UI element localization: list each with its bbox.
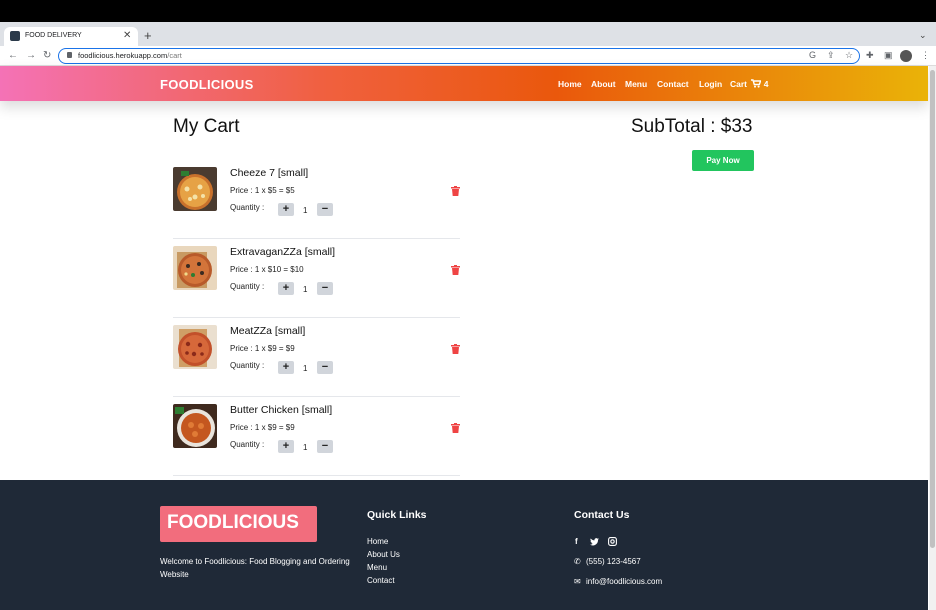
item-image [173, 246, 217, 290]
site-footer [0, 480, 928, 610]
quick-links-heading: Quick Links [367, 509, 427, 521]
trash-icon[interactable] [451, 423, 460, 433]
phone-icon: ✆ [574, 557, 581, 566]
footer-link-about[interactable]: About Us [367, 550, 400, 559]
lock-icon [67, 52, 72, 58]
trash-icon[interactable] [451, 344, 460, 354]
site-navbar [0, 66, 928, 101]
footer-link-home[interactable]: Home [367, 537, 388, 546]
bookmark-star-icon[interactable]: ☆ [845, 50, 853, 61]
decrease-qty-button[interactable]: − [317, 282, 333, 295]
quantity-label: Quantity : [230, 361, 265, 370]
nav-about[interactable]: About [591, 79, 616, 89]
new-tab-icon[interactable]: + [144, 28, 152, 43]
item-quantity: 1 [303, 206, 308, 215]
side-panel-icon[interactable]: ▣ [884, 50, 893, 61]
subtotal: SubTotal : $33 [631, 116, 753, 137]
browser-menu-icon[interactable]: ⋮ [921, 50, 930, 61]
cart-item: Butter Chicken [small] Price : 1 x $9 = … [173, 397, 460, 476]
nav-login[interactable]: Login [699, 79, 722, 89]
item-image [173, 325, 217, 369]
tab-title: FOOD DELIVERY [25, 32, 82, 39]
increase-qty-button[interactable]: + [278, 282, 294, 295]
increase-qty-button[interactable]: + [278, 440, 294, 453]
item-image [173, 167, 217, 211]
cart-item: MeatZZa [small] Price : 1 x $9 = $9 Quan… [173, 318, 460, 397]
trash-icon[interactable] [451, 186, 460, 196]
footer-logo[interactable]: FOODLICIOUS [160, 506, 317, 542]
tab-favicon-icon [10, 31, 20, 41]
nav-contact[interactable]: Contact [657, 79, 689, 89]
item-price: Price : 1 x $9 = $9 [230, 344, 295, 353]
quantity-label: Quantity : [230, 203, 265, 212]
item-price: Price : 1 x $10 = $10 [230, 265, 304, 274]
nav-cart[interactable]: Cart 4 [730, 79, 769, 89]
contact-heading: Contact Us [574, 509, 630, 521]
email-address[interactable]: info@foodlicious.com [586, 577, 662, 586]
item-quantity: 1 [303, 364, 308, 373]
increase-qty-button[interactable]: + [278, 203, 294, 216]
item-name: MeatZZa [small] [230, 325, 306, 337]
item-name: ExtravaganZZa [small] [230, 246, 336, 258]
profile-avatar[interactable] [900, 50, 912, 62]
decrease-qty-button[interactable]: − [317, 361, 333, 374]
nav-cart-label: Cart [730, 79, 748, 89]
cart-item: ExtravaganZZa [small] Price : 1 x $10 = … [173, 239, 460, 318]
item-price: Price : 1 x $5 = $5 [230, 186, 295, 195]
tab-close-icon[interactable]: ✕ [123, 30, 131, 41]
nav-menu[interactable]: Menu [625, 79, 647, 89]
footer-tagline: Welcome to Foodlicious: Food Blogging an… [160, 557, 350, 579]
page-title: My Cart [173, 116, 240, 137]
back-icon[interactable]: ← [8, 50, 18, 61]
os-top-bar [0, 0, 936, 22]
envelope-icon: ✉ [574, 577, 581, 586]
nav-home[interactable]: Home [558, 79, 582, 89]
decrease-qty-button[interactable]: − [317, 203, 333, 216]
site-logo[interactable]: FOODLICIOUS [160, 77, 254, 92]
cart-count: 4 [763, 79, 769, 89]
phone-number[interactable]: (555) 123-4567 [586, 557, 641, 566]
tab-search-chevron-icon[interactable]: ⌄ [919, 30, 927, 41]
share-icon[interactable]: ⇪ [827, 50, 835, 61]
quantity-label: Quantity : [230, 282, 265, 291]
address-url[interactable]: foodlicious.herokuapp.com/cart [78, 51, 182, 60]
item-quantity: 1 [303, 285, 308, 294]
item-image [173, 404, 217, 448]
cart-icon [751, 79, 762, 88]
reload-icon[interactable]: ↻ [43, 50, 51, 61]
item-name: Cheeze 7 [small] [230, 167, 309, 179]
twitter-icon[interactable] [590, 538, 599, 546]
item-price: Price : 1 x $9 = $9 [230, 423, 295, 432]
contact-phone: ✆ (555) 123-4567 [574, 557, 641, 566]
footer-link-menu[interactable]: Menu [367, 563, 387, 572]
increase-qty-button[interactable]: + [278, 361, 294, 374]
extensions-puzzle-icon[interactable]: ✚ [866, 50, 874, 61]
contact-email: ✉ info@foodlicious.com [574, 577, 662, 586]
forward-icon[interactable]: → [26, 50, 36, 61]
facebook-icon[interactable]: f [575, 537, 578, 546]
google-lens-icon[interactable]: G [809, 50, 816, 60]
pay-now-button[interactable]: Pay Now [692, 150, 754, 171]
instagram-icon[interactable] [608, 537, 617, 546]
tab-strip [0, 22, 936, 46]
cart-item: Cheeze 7 [small] Price : 1 x $5 = $5 Qua… [173, 160, 460, 239]
quantity-label: Quantity : [230, 440, 265, 449]
page-scrollbar-thumb[interactable] [930, 70, 935, 548]
decrease-qty-button[interactable]: − [317, 440, 333, 453]
item-quantity: 1 [303, 443, 308, 452]
footer-link-contact[interactable]: Contact [367, 576, 395, 585]
item-name: Butter Chicken [small] [230, 404, 333, 416]
trash-icon[interactable] [451, 265, 460, 275]
